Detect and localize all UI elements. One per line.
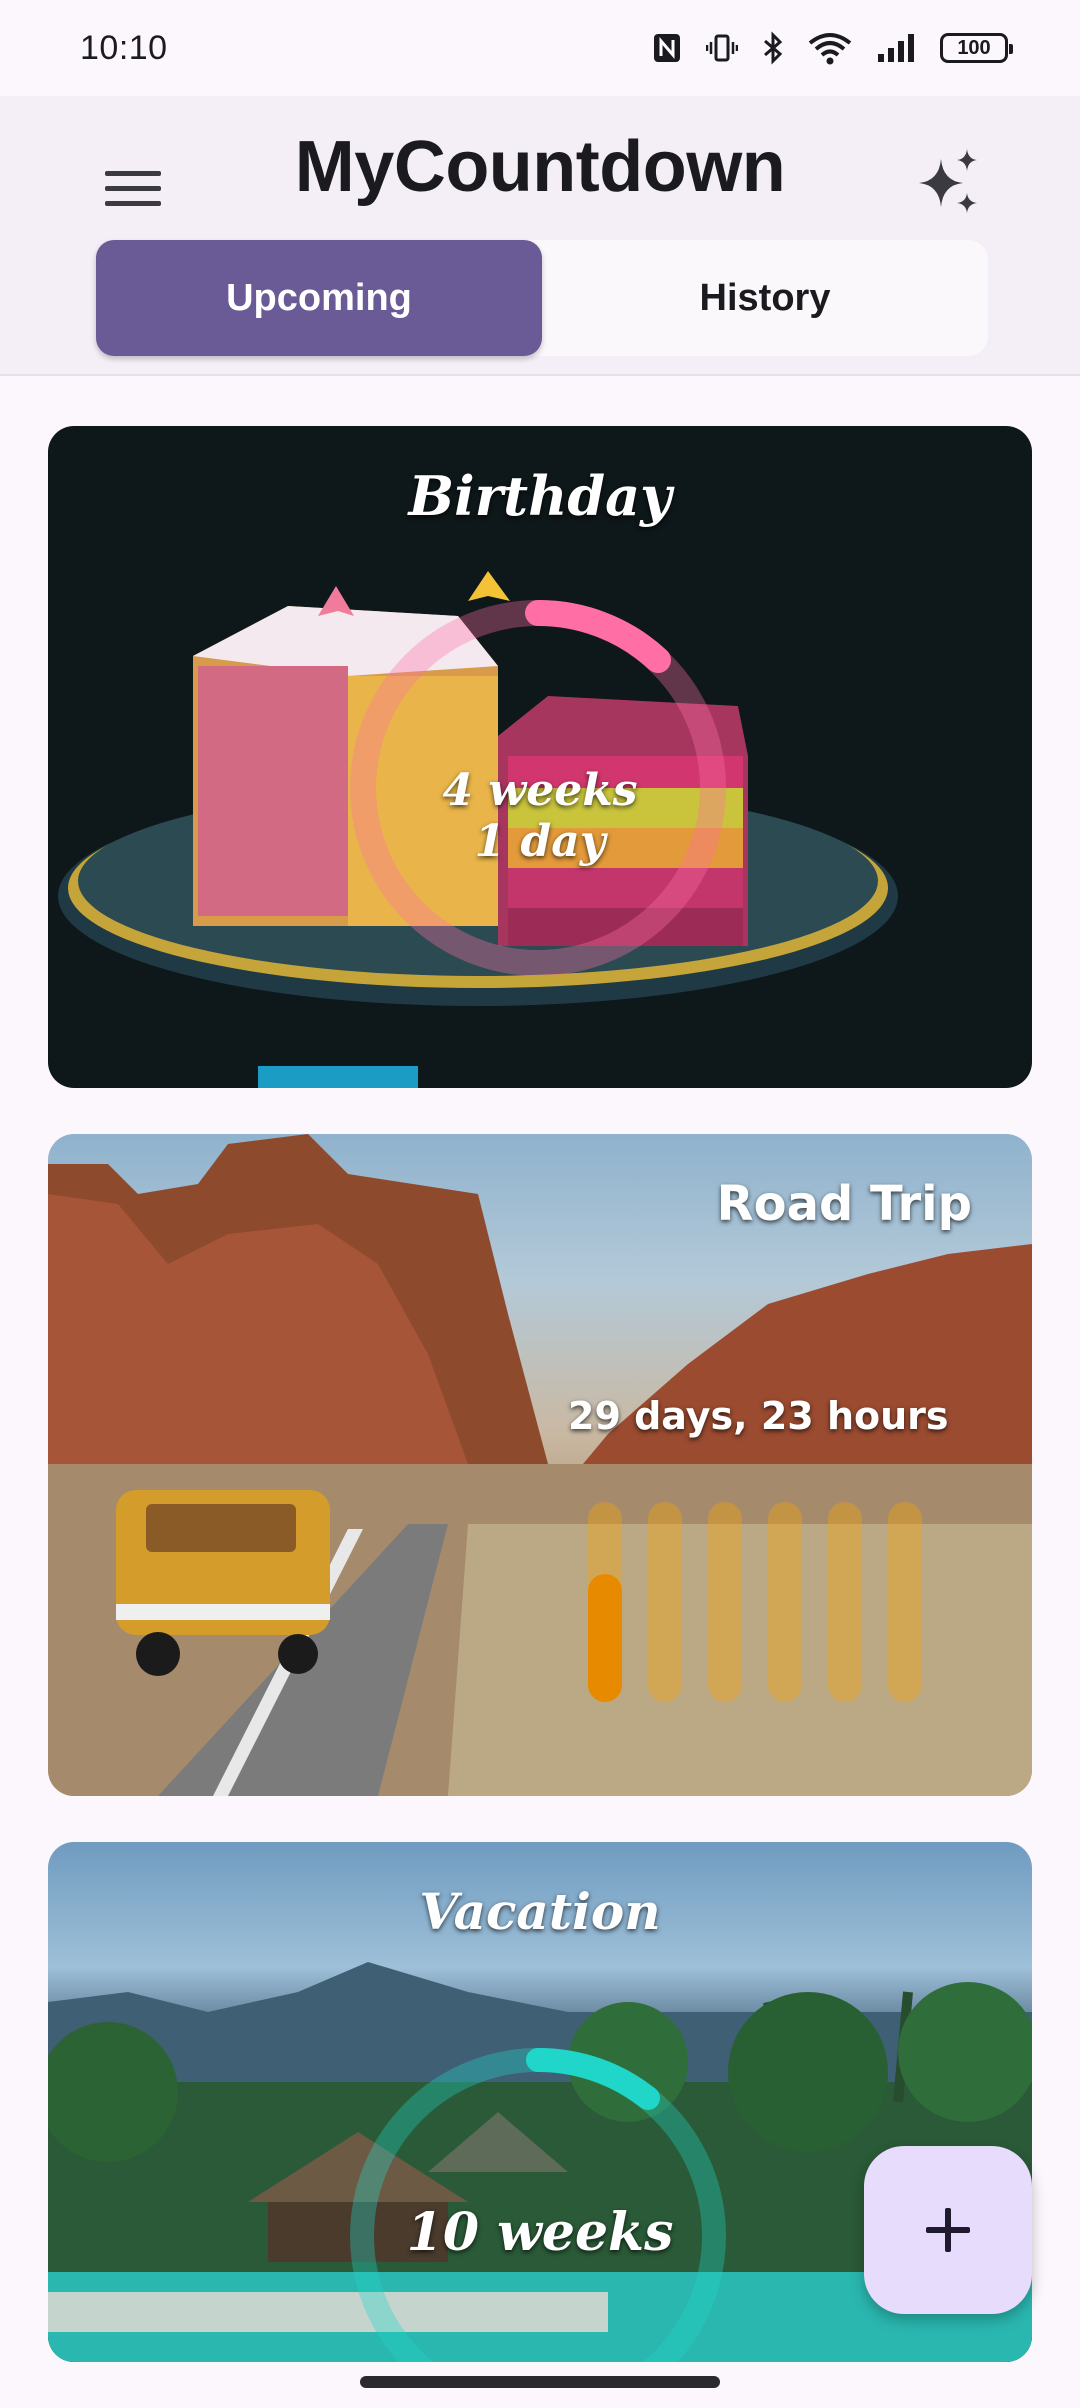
road-trip-remaining: 29 days, 23 hours <box>568 1394 949 1438</box>
bluetooth-icon <box>764 31 783 65</box>
wifi-icon <box>808 33 852 65</box>
tab-switcher: Upcoming History <box>96 240 988 356</box>
status-bar: 10:10 100 <box>0 0 1080 96</box>
vacation-title: Vacation <box>419 1882 661 1941</box>
countdown-card-road-trip[interactable]: Road Trip 29 days, 23 hours <box>48 1134 1032 1796</box>
road-trip-bars <box>588 1502 922 1702</box>
sparkle-button[interactable] <box>900 132 1000 232</box>
birthday-remaining-weeks: 4 weeks <box>442 765 638 816</box>
battery-icon: 100 <box>940 33 1013 63</box>
status-icons: 100 <box>652 31 1013 65</box>
home-indicator[interactable] <box>360 2376 720 2388</box>
birthday-title: Birthday <box>408 464 672 528</box>
tab-history[interactable]: History <box>542 240 988 356</box>
app-header: MyCountdown Upcoming History <box>0 96 1080 376</box>
status-time: 10:10 <box>80 28 168 67</box>
birthday-remaining-days: 1 day <box>474 815 606 867</box>
battery-level: 100 <box>957 36 991 59</box>
add-countdown-button[interactable] <box>864 2146 1032 2314</box>
nfc-icon <box>654 34 680 62</box>
sparkle-icon <box>919 149 977 213</box>
vibrate-icon <box>706 34 738 62</box>
birthday-remaining: 4 weeks 1 day <box>48 765 1032 867</box>
tab-upcoming[interactable]: Upcoming <box>96 240 542 356</box>
signal-icon <box>878 34 914 62</box>
countdown-card-birthday[interactable]: Birthday 4 weeks 1 day <box>48 426 1032 1088</box>
plus-icon <box>926 2208 970 2252</box>
road-trip-title: Road Trip <box>716 1176 972 1232</box>
